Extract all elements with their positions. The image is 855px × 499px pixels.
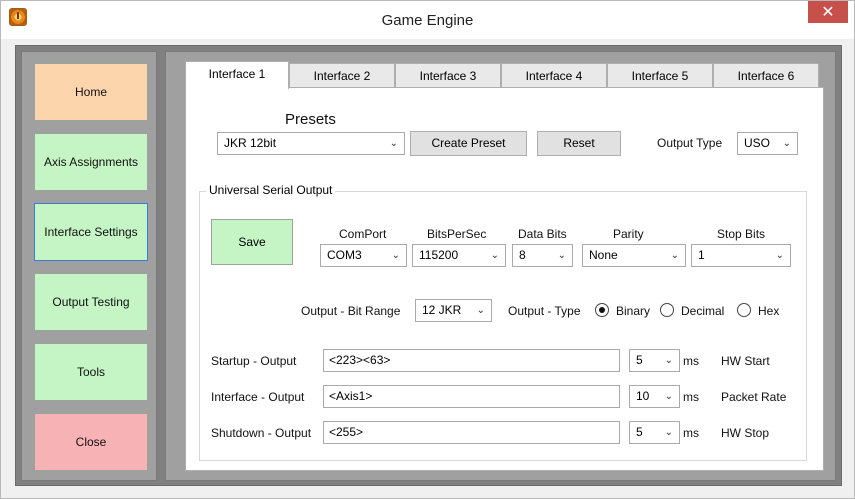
chevron-down-icon: ⌄ <box>775 250 784 261</box>
databits-label: Data Bits <box>518 227 567 241</box>
tab-interface-5[interactable]: Interface 5 <box>607 63 713 88</box>
output-type-select[interactable]: USO ⌄ <box>737 132 798 155</box>
outtype-label: Output - Type <box>508 304 581 318</box>
title-bar[interactable]: Game Engine ✕ <box>1 1 854 39</box>
interface-settings-button[interactable]: Interface Settings <box>34 203 148 261</box>
output-type-value: USO <box>744 136 771 150</box>
close-label: Close <box>75 435 107 449</box>
radio-hex[interactable] <box>737 303 751 317</box>
output-testing-label: Output Testing <box>52 295 130 309</box>
home-button-label: Home <box>74 85 107 99</box>
chevron-down-icon: ⌄ <box>389 138 398 149</box>
axis-assignments-button[interactable]: Axis Assignments <box>34 133 148 191</box>
chevron-down-icon: ⌄ <box>664 355 673 366</box>
interface-unit: ms <box>683 390 699 404</box>
home-button[interactable]: Home <box>34 63 148 121</box>
stopbits-value: 1 <box>698 248 705 262</box>
startup-note: HW Start <box>721 354 770 368</box>
interface-output-input[interactable]: <Axis1> <box>323 385 620 408</box>
bitrange-value: 12 JKR <box>422 303 462 317</box>
shutdown-unit: ms <box>683 426 699 440</box>
close-icon: ✕ <box>821 2 835 21</box>
shutdown-note: HW Stop <box>721 426 770 440</box>
chevron-down-icon: ⌄ <box>490 250 499 261</box>
uso-group-title: Universal Serial Output <box>206 183 336 197</box>
chevron-down-icon: ⌄ <box>782 138 791 149</box>
main-window: Game Engine ✕ Home Axis Assignments Inte… <box>0 0 855 499</box>
radio-decimal[interactable] <box>660 303 674 317</box>
bitspersec-label: BitsPerSec <box>427 227 487 241</box>
bitspersec-value: 115200 <box>419 248 459 262</box>
stopbits-select[interactable]: 1 ⌄ <box>691 244 791 267</box>
reset-button[interactable]: Reset <box>537 131 621 156</box>
radio-binary-label: Binary <box>616 304 651 318</box>
parity-label: Parity <box>613 227 644 241</box>
interface-settings-label: Interface Settings <box>44 225 138 239</box>
chevron-down-icon: ⌄ <box>670 250 679 261</box>
tab-label: Interface 4 <box>525 69 583 83</box>
shutdown-output-label: Shutdown - Output <box>211 426 312 440</box>
comport-select[interactable]: COM3 ⌄ <box>320 244 407 267</box>
tab-label: Interface 2 <box>313 69 371 83</box>
chevron-down-icon: ⌄ <box>664 427 673 438</box>
tools-button[interactable]: Tools <box>34 343 148 401</box>
chevron-down-icon: ⌄ <box>557 250 566 261</box>
radio-decimal-label: Decimal <box>681 304 725 318</box>
sidebar: Home Axis Assignments Interface Settings… <box>21 51 157 481</box>
tab-interface-2[interactable]: Interface 2 <box>289 63 395 88</box>
chevron-down-icon: ⌄ <box>476 305 485 316</box>
startup-output-input[interactable]: <223><63> <box>323 349 620 372</box>
presets-heading: Presets <box>285 111 336 128</box>
shutdown-rate-select[interactable]: 5 ⌄ <box>629 421 680 444</box>
tab-label: Interface 6 <box>737 69 795 83</box>
interface-note: Packet Rate <box>721 390 787 404</box>
comport-value: COM3 <box>327 248 362 262</box>
bitspersec-select[interactable]: 115200 ⌄ <box>412 244 506 267</box>
window-close-button[interactable]: ✕ <box>808 1 848 23</box>
tab-interface-3[interactable]: Interface 3 <box>395 63 501 88</box>
tab-label: Interface 1 <box>208 67 266 81</box>
interface-rate-value: 10 <box>636 389 650 403</box>
databits-select[interactable]: 8 ⌄ <box>512 244 573 267</box>
databits-value: 8 <box>519 248 526 262</box>
chevron-down-icon: ⌄ <box>391 250 400 261</box>
bitrange-select[interactable]: 12 JKR ⌄ <box>415 299 492 322</box>
tab-label: Interface 3 <box>419 69 477 83</box>
window-title: Game Engine <box>381 12 474 29</box>
create-preset-button[interactable]: Create Preset <box>410 131 527 156</box>
preset-select-value: JKR 12bit <box>224 136 277 150</box>
startup-output-label: Startup - Output <box>211 354 297 368</box>
shutdown-output-input[interactable]: <255> <box>323 421 620 444</box>
output-testing-button[interactable]: Output Testing <box>34 273 148 331</box>
tab-interface-4[interactable]: Interface 4 <box>501 63 607 88</box>
shutdown-rate-value: 5 <box>636 425 643 439</box>
interface-rate-select[interactable]: 10 ⌄ <box>629 385 680 408</box>
preset-select[interactable]: JKR 12bit ⌄ <box>217 132 405 155</box>
radio-binary[interactable] <box>595 303 609 317</box>
stopbits-label: Stop Bits <box>717 227 766 241</box>
startup-rate-select[interactable]: 5 ⌄ <box>629 349 680 372</box>
interface-output-label: Interface - Output <box>211 390 305 404</box>
output-type-label: Output Type <box>657 136 723 150</box>
comport-label: ComPort <box>339 227 387 241</box>
tab-interface-6[interactable]: Interface 6 <box>713 63 819 88</box>
bitrange-label: Output - Bit Range <box>301 304 401 318</box>
parity-value: None <box>589 248 618 262</box>
parity-select[interactable]: None ⌄ <box>582 244 686 267</box>
chevron-down-icon: ⌄ <box>664 391 673 402</box>
tab-label: Interface 5 <box>631 69 689 83</box>
radio-hex-label: Hex <box>758 304 780 318</box>
startup-unit: ms <box>683 354 699 368</box>
startup-rate-value: 5 <box>636 353 643 367</box>
close-button[interactable]: Close <box>34 413 148 471</box>
tab-interface-1[interactable]: Interface 1 <box>185 61 289 89</box>
axis-assignments-label: Axis Assignments <box>43 155 139 169</box>
tools-label: Tools <box>76 365 105 379</box>
save-button[interactable]: Save <box>211 219 293 265</box>
